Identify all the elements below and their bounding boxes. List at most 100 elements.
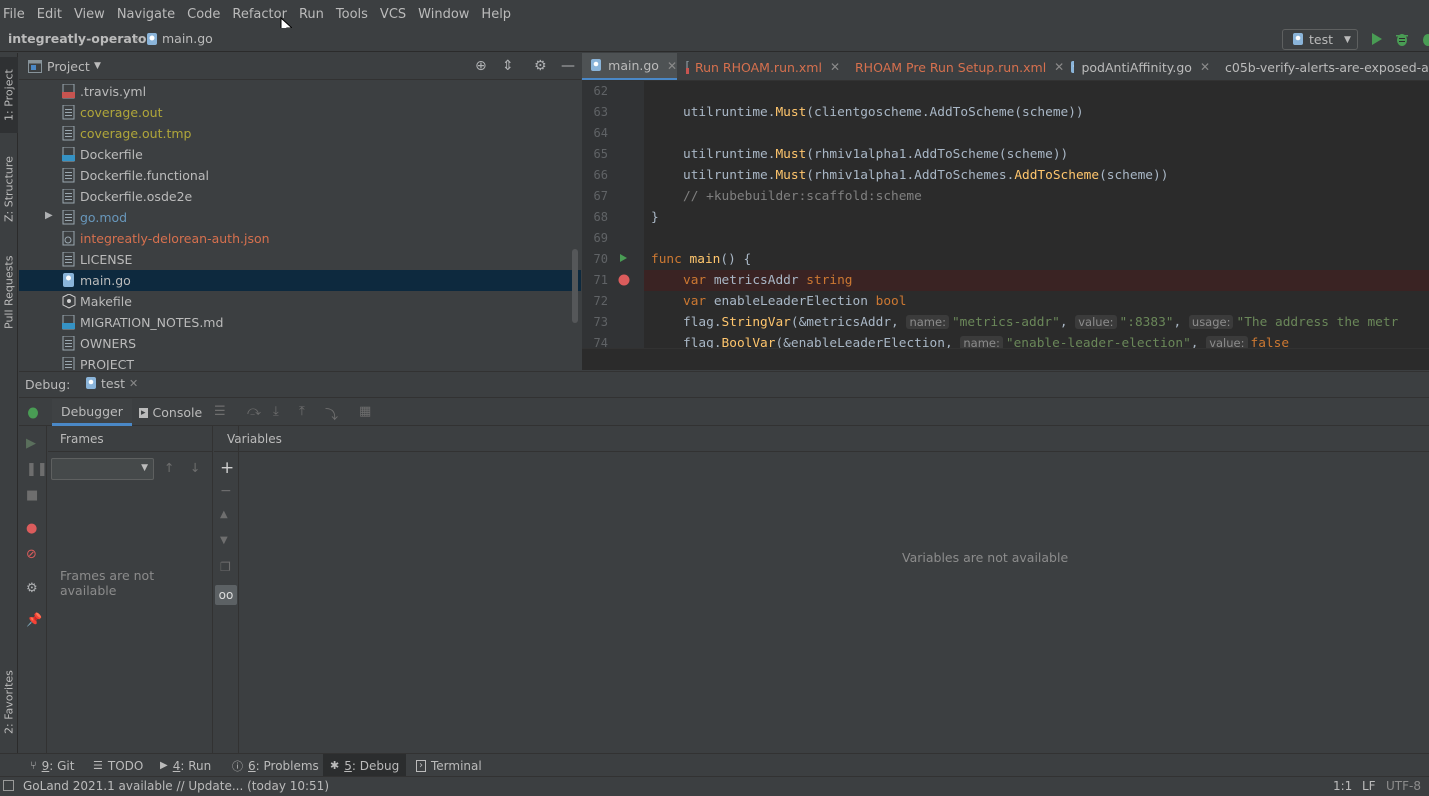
breakpoint-icon[interactable]	[618, 274, 630, 286]
tree-scrollbar[interactable]	[572, 249, 578, 323]
tool-window-pull-requests[interactable]: Pull Requests	[0, 245, 18, 339]
tree-item[interactable]: integreatly-delorean-auth.json	[19, 228, 581, 249]
go-file-icon	[86, 377, 97, 390]
gear-icon[interactable]: ⚙	[26, 581, 38, 596]
tool-window-git[interactable]: ⑂9: Git	[30, 754, 74, 777]
tree-item[interactable]: coverage.out.tmp	[19, 123, 581, 144]
tree-item[interactable]: LICENSE	[19, 249, 581, 270]
tree-item[interactable]: .travis.yml	[19, 81, 581, 102]
line-separator[interactable]: LF	[1362, 779, 1376, 793]
tree-item-label: Makefile	[80, 294, 132, 309]
run-icon[interactable]	[1369, 31, 1383, 47]
editor-gutter: 62636465666768697071727374	[582, 81, 644, 348]
debug-icon[interactable]	[1394, 31, 1410, 47]
tree-item[interactable]: MIGRATION_NOTES.md	[19, 312, 581, 333]
toggle-tool-windows-icon[interactable]	[3, 780, 14, 791]
view-breakpoints-icon[interactable]: ●	[26, 521, 37, 536]
tab-console[interactable]: ▸Console	[139, 399, 202, 426]
editor-tab[interactable]: RHOAM Pre Run Setup.run.xml✕	[840, 53, 1062, 81]
close-icon[interactable]: ✕	[129, 377, 138, 390]
menu-vcs[interactable]: VCS	[376, 7, 413, 22]
locate-icon[interactable]: ⊕	[475, 58, 487, 74]
code-line-74: flag.BoolVar(&enableLeaderElection, name…	[683, 333, 1429, 348]
left-tool-strip: 1: Project Z: Structure Pull Requests 2:…	[0, 53, 18, 753]
tree-item[interactable]: Dockerfile	[19, 144, 581, 165]
close-icon[interactable]: ✕	[667, 59, 677, 73]
coverage-icon[interactable]	[1420, 31, 1429, 47]
docker-file-icon	[62, 147, 76, 162]
run-to-cursor-icon[interactable]: ⤵	[325, 404, 338, 423]
code-area[interactable]: utilruntime.Must(clientgoscheme.AddToSch…	[644, 81, 1429, 348]
menu-window[interactable]: Window	[414, 7, 476, 22]
tree-item[interactable]: coverage.out	[19, 102, 581, 123]
gear-icon[interactable]: ⚙	[534, 58, 547, 74]
code-line-65: utilruntime.Must(rhmiv1alpha1.AddToSchem…	[683, 144, 1429, 165]
editor-tab[interactable]: c05b-verify-alerts-are-exposed-and	[1210, 53, 1429, 81]
step-out-icon[interactable]: ⤒	[299, 404, 305, 419]
menu-code[interactable]: Code	[183, 7, 227, 22]
menu-file[interactable]: File	[0, 7, 32, 22]
stop-icon[interactable]: ■	[26, 488, 38, 503]
resume-icon[interactable]: ▶	[26, 436, 36, 451]
menu-edit[interactable]: Edit	[33, 7, 69, 22]
menu-view[interactable]: View	[70, 7, 112, 22]
tree-item[interactable]: OWNERS	[19, 333, 581, 354]
tool-window-terminal-label: Terminal	[431, 759, 482, 773]
editor-tab[interactable]: main.go✕	[582, 53, 677, 81]
step-into-icon[interactable]: ⤓	[273, 404, 279, 419]
menu-help[interactable]: Help	[477, 7, 518, 22]
tool-window-todo[interactable]: ☰TODO	[93, 754, 143, 777]
menu-run[interactable]: Run	[295, 7, 331, 22]
tree-item[interactable]: Makefile	[19, 291, 581, 312]
debug-session-tab[interactable]: test ✕	[86, 376, 138, 391]
tree-item[interactable]: Dockerfile.functional	[19, 165, 581, 186]
tool-window-run[interactable]: ▶4: Run	[160, 754, 211, 777]
tree-item[interactable]: PROJECT	[19, 354, 581, 370]
close-icon[interactable]: ✕	[830, 60, 840, 74]
run-configuration-select[interactable]: test ▼	[1282, 29, 1358, 50]
caret-position[interactable]: 1:1	[1333, 779, 1352, 793]
menu-tools[interactable]: Tools	[332, 7, 375, 22]
tool-window-favorites[interactable]: 2: Favorites	[0, 659, 18, 745]
tree-item[interactable]: Dockerfile.osde2e	[19, 186, 581, 207]
file-encoding[interactable]: UTF-8	[1386, 779, 1421, 793]
close-icon[interactable]: ✕	[1200, 60, 1210, 74]
step-over-icon[interactable]: ⤼	[247, 404, 261, 419]
pause-icon[interactable]: ❚❚	[26, 462, 48, 477]
layout-icon[interactable]: ☰	[214, 404, 226, 419]
tool-window-problems[interactable]: ⓘ6: Problems	[232, 754, 319, 777]
line-number: 67	[582, 189, 608, 203]
minimize-icon[interactable]: —	[561, 58, 575, 74]
git-icon: ⑂	[30, 759, 37, 772]
mute-breakpoints-icon[interactable]: ⊘	[26, 547, 37, 562]
breadcrumb-file[interactable]: main.go	[162, 31, 213, 46]
collapse-all-icon[interactable]: ⇕	[502, 58, 514, 74]
tool-window-structure[interactable]: Z: Structure	[0, 147, 18, 231]
breadcrumb-project[interactable]: integreatly-operator	[8, 31, 153, 46]
pin-icon[interactable]: 📌	[26, 613, 42, 628]
tool-window-project[interactable]: 1: Project	[0, 57, 18, 133]
update-notification[interactable]: GoLand 2021.1 available // Update... (to…	[23, 779, 329, 793]
tool-window-terminal[interactable]: ›Terminal	[416, 754, 482, 777]
go-file-icon	[1293, 33, 1304, 46]
arrow-down-icon[interactable]: ↓	[190, 460, 200, 475]
yml-file-icon	[62, 84, 76, 99]
editor-tab[interactable]: Run RHOAM.run.xml✕	[677, 53, 840, 81]
tree-item[interactable]: main.go	[19, 270, 581, 291]
navigation-bar: integreatly-operator › main.go test ▼	[0, 28, 1429, 52]
thread-select[interactable]: ▼	[51, 458, 154, 480]
project-view-title[interactable]: Project	[47, 59, 90, 74]
line-number: 68	[582, 210, 608, 224]
run-gutter-icon[interactable]	[618, 253, 628, 263]
tree-item[interactable]: ▶go.mod	[19, 207, 581, 228]
variables-empty-text: Variables are not available	[902, 550, 1068, 565]
evaluate-icon[interactable]: ▦	[359, 404, 371, 419]
chevron-right-icon[interactable]: ▶	[45, 210, 53, 221]
arrow-up-icon[interactable]: ↑	[164, 460, 174, 475]
tool-window-debug[interactable]: ✱5: Debug	[323, 754, 406, 777]
tab-debugger[interactable]: Debugger	[52, 399, 132, 426]
chevron-down-icon[interactable]: ▼	[94, 61, 101, 71]
editor-tab[interactable]: podAntiAffinity.go✕	[1062, 53, 1210, 81]
project-pane-header: Project ▼ ⊕ ⇕ ⚙ —	[19, 53, 581, 80]
menu-navigate[interactable]: Navigate	[113, 7, 182, 22]
